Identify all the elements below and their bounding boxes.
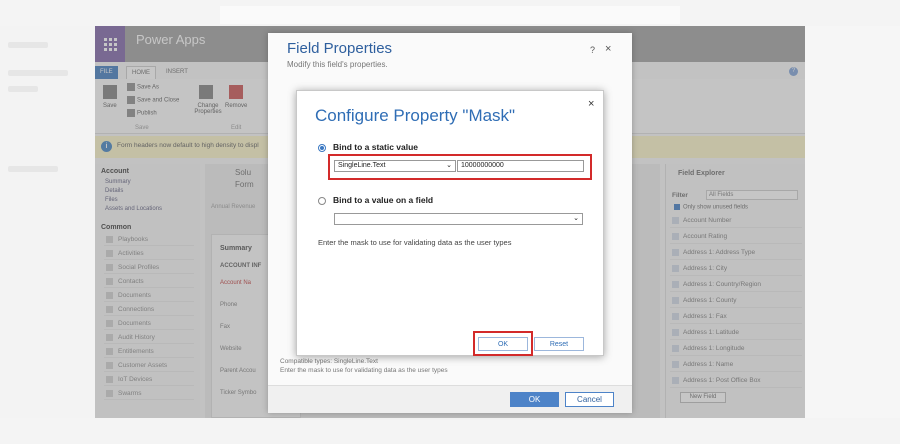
static-type-select[interactable]: SingleLine.Text ⌄ [334,160,456,172]
configure-property-title: Configure Property "Mask" [315,106,516,125]
outer-bottom-bar [0,418,900,444]
mask-hint-text: Enter the mask to use for validating dat… [280,367,448,374]
field-properties-footer: OK Cancel [268,385,632,413]
ghost-bar [8,42,48,48]
chevron-down-icon: ⌄ [573,215,579,222]
configure-property-dialog: Configure Property "Mask" × Bind to a st… [296,90,604,356]
chevron-down-icon: ⌄ [446,162,452,169]
close-icon[interactable]: × [588,98,594,110]
compatible-types-text: Compatible types: SingleLine.Text [280,358,378,365]
mask-value-input[interactable]: 10000000000 [457,160,584,172]
mask-description: Enter the mask to use for validating dat… [318,238,512,247]
configure-reset-button[interactable]: Reset [534,337,584,351]
ghost-bar [8,70,68,76]
ghost-bar [8,86,38,92]
field-properties-ok-button[interactable]: OK [510,392,559,407]
configure-ok-button[interactable]: OK [478,337,528,351]
field-value-label: Bind to a value on a field [333,195,434,205]
outer-top-bar [0,0,900,26]
static-value-radio[interactable] [318,144,326,152]
field-properties-cancel-button[interactable]: Cancel [565,392,614,407]
outer-ghost [220,6,680,24]
outer-left-panel [0,26,95,418]
help-icon[interactable]: ? [590,45,595,55]
field-value-select[interactable]: ⌄ [334,213,583,225]
field-properties-subtitle: Modify this field's properties. [287,60,388,69]
field-value-radio[interactable] [318,197,326,205]
outer-right-panel [805,26,900,418]
static-value-label: Bind to a static value [333,142,419,152]
close-icon[interactable]: × [605,43,611,55]
ghost-bar [8,166,58,172]
field-properties-title: Field Properties [287,40,393,57]
